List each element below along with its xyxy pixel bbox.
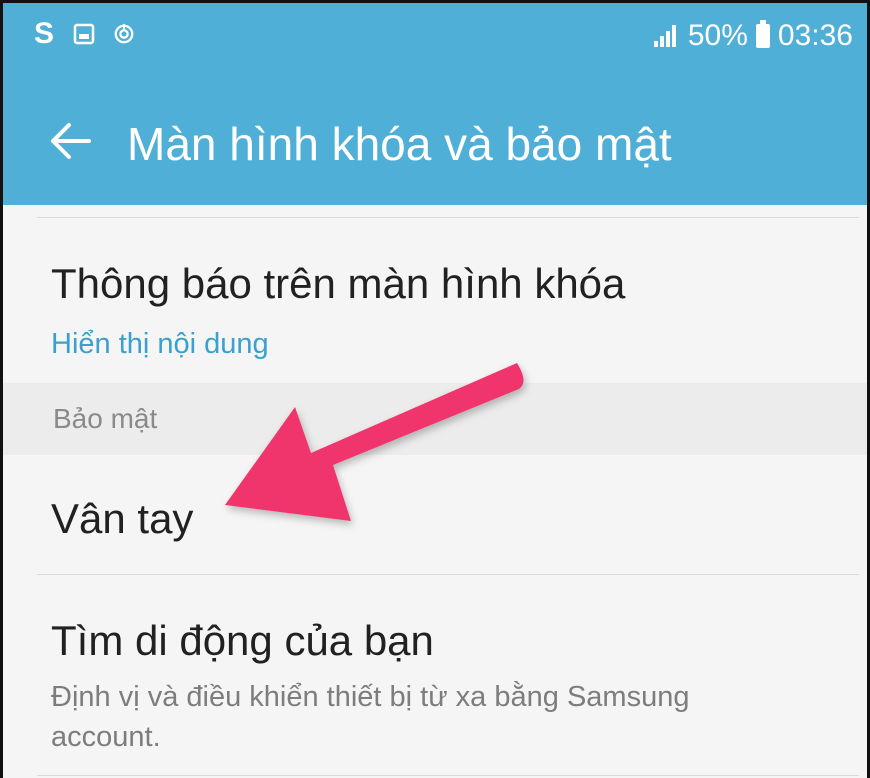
item-title: Tìm di động của bạn [51, 617, 434, 664]
battery-icon [755, 20, 770, 48]
item-title: Thông báo trên màn hình khóa [51, 260, 626, 307]
item-subtitle-line2: account. [51, 721, 161, 753]
divider [37, 775, 859, 776]
fingerprint-item[interactable]: Vân tay [3, 455, 867, 573]
lock-screen-notifications-item[interactable]: Thông báo trên màn hình khóa Hiển thị nộ… [3, 218, 867, 383]
item-subtitle: Hiển thị nội dung [51, 328, 269, 360]
signal-icon [653, 25, 676, 47]
arrow-left-icon [51, 123, 91, 159]
item-title: Vân tay [51, 495, 194, 542]
system-status: 50% 03:36 [653, 19, 853, 53]
app-bar: S 50% 03:36 Màn hình khóa và bảo mật [3, 3, 867, 205]
page-title: Màn hình khóa và bảo mật [127, 118, 672, 170]
find-my-mobile-item[interactable]: Tìm di động của bạn Định vị và điều khiể… [3, 575, 867, 765]
phone-screen: S 50% 03:36 Màn hình khóa và bảo mật Thô… [0, 0, 870, 778]
section-header-security: Bảo mật [3, 383, 867, 455]
section-label: Bảo mật [53, 403, 158, 434]
settings-list: Thông báo trên màn hình khóa Hiển thị nộ… [3, 205, 867, 778]
back-button[interactable] [49, 121, 93, 161]
clock: 03:36 [777, 19, 853, 52]
image-icon [73, 23, 95, 45]
status-bar: S 50% 03:36 [3, 3, 867, 83]
item-subtitle-line1: Định vị và điều khiển thiết bị từ xa bằn… [51, 681, 690, 713]
notification-icons: S [33, 17, 135, 50]
battery-percent: 50% [687, 19, 748, 52]
samsung-s-icon: S [33, 17, 54, 50]
toolbar: Màn hình khóa và bảo mật [3, 83, 867, 205]
sync-icon [113, 23, 135, 45]
